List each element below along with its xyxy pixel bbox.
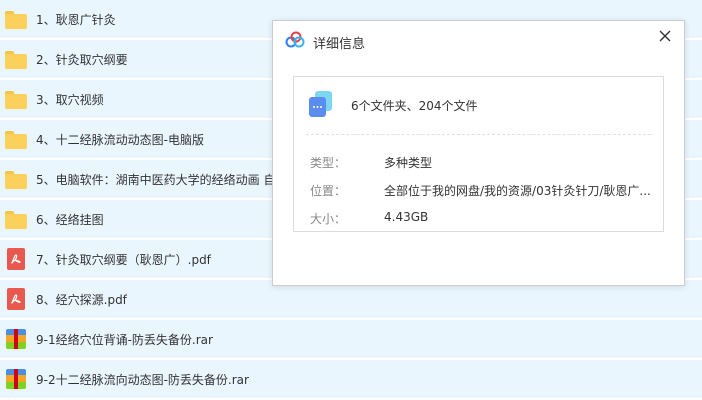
list-item[interactable]: 9-2十二经脉流向动态图-防丢失备份.rar bbox=[0, 360, 702, 400]
folder-icon bbox=[5, 169, 27, 189]
details-card: 6个文件夹、204个文件 类型： 多种类型 位置： 全部位于我的网盘/我的资源/… bbox=[293, 76, 664, 232]
folder-icon bbox=[5, 9, 27, 29]
location-value: 全部位于我的网盘/我的资源/03针灸针刀/耿恩广... bbox=[384, 184, 651, 198]
folder-icon bbox=[5, 89, 27, 109]
baidu-cloud-logo-icon bbox=[285, 31, 305, 49]
file-name: 2、针灸取穴纲要 bbox=[36, 53, 128, 67]
file-name: 9-2十二经脉流向动态图-防丢失备份.rar bbox=[36, 373, 249, 387]
type-label: 类型： bbox=[310, 156, 347, 170]
folder-icon bbox=[5, 49, 27, 69]
file-name: 7、针灸取穴纲要（耿恩广）.pdf bbox=[36, 253, 211, 267]
file-name: 6、经络挂图 bbox=[36, 213, 104, 227]
type-value: 多种类型 bbox=[384, 156, 433, 170]
size-value: 4.43GB bbox=[384, 210, 429, 224]
list-item[interactable]: 8、经穴探源.pdf bbox=[0, 280, 702, 320]
folder-icon bbox=[5, 209, 27, 229]
location-label: 位置： bbox=[310, 184, 347, 198]
rar-file-icon bbox=[5, 329, 27, 349]
file-name: 8、经穴探源.pdf bbox=[36, 293, 127, 307]
folder-icon bbox=[5, 129, 27, 149]
divider bbox=[306, 134, 651, 135]
file-name: 4、十二经脉流动动态图-电脑版 bbox=[36, 133, 204, 147]
file-name: 9-1经络穴位背诵-防丢失备份.rar bbox=[36, 333, 213, 347]
details-dialog: 详细信息 6个文件夹、204个文件 类型： 多种类型 位置： 全部位于我的网盘/… bbox=[272, 20, 685, 286]
close-icon[interactable] bbox=[656, 27, 674, 45]
pdf-file-icon bbox=[5, 288, 27, 310]
dialog-title: 详细信息 bbox=[313, 37, 366, 52]
pdf-file-icon bbox=[5, 248, 27, 270]
list-item[interactable]: 9-1经络穴位背诵-防丢失备份.rar bbox=[0, 320, 702, 360]
rar-file-icon bbox=[5, 369, 27, 389]
multiple-files-icon bbox=[306, 89, 336, 119]
size-label: 大小： bbox=[310, 212, 347, 226]
dialog-header: 详细信息 bbox=[273, 21, 684, 61]
file-name: 1、耿恩广针灸 bbox=[36, 13, 116, 27]
selection-summary: 6个文件夹、204个文件 bbox=[351, 99, 478, 113]
file-name: 5、电脑软件：湖南中医药大学的经络动画 自 bbox=[36, 173, 276, 187]
file-name: 3、取穴视频 bbox=[36, 93, 104, 107]
